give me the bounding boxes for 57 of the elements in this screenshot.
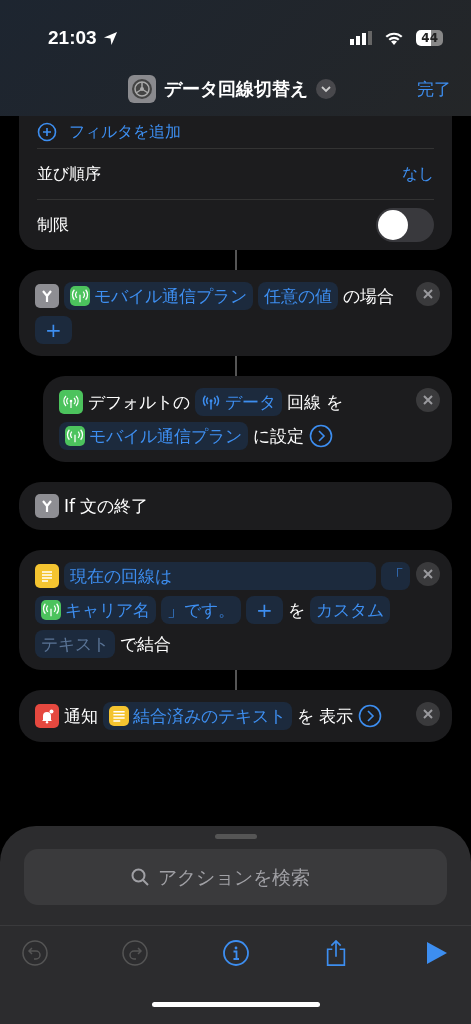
variable-token[interactable]: キャリア名 — [35, 596, 156, 624]
branch-icon — [35, 494, 59, 518]
expand-chevron-icon[interactable] — [358, 704, 382, 728]
antenna-icon — [65, 426, 85, 446]
action-text: を — [326, 391, 343, 414]
branch-icon — [35, 284, 59, 308]
action-text: デフォルトの — [88, 391, 190, 414]
close-icon[interactable] — [416, 702, 440, 726]
close-icon[interactable] — [416, 282, 440, 306]
variable-token[interactable]: 結合済みのテキスト — [103, 702, 292, 730]
toggle-switch[interactable] — [376, 208, 434, 242]
variable-token[interactable]: 」です。 — [161, 596, 241, 624]
setting-label: 制限 — [37, 214, 69, 236]
antenna-icon — [41, 600, 61, 620]
add-variable-button[interactable]: + — [35, 316, 72, 344]
variable-token[interactable]: モバイル通信プラン — [64, 282, 253, 310]
action-text: で結合 — [120, 633, 171, 656]
add-filter-link[interactable]: フィルタを追加 — [69, 121, 181, 143]
antenna-icon — [59, 390, 83, 414]
add-variable-button[interactable]: + — [246, 596, 283, 624]
action-text: If 文の終了 — [64, 495, 149, 518]
variable-token[interactable]: データ — [195, 388, 282, 416]
info-icon[interactable] — [222, 940, 249, 966]
text-lines-icon — [35, 564, 59, 588]
action-text: の場合 — [343, 285, 394, 308]
shortcut-title[interactable]: データ回線切替え — [164, 77, 308, 101]
placeholder-token[interactable]: テキスト — [35, 630, 115, 658]
text-lines-icon — [109, 706, 129, 726]
action-text: 表示 — [319, 705, 353, 728]
search-field[interactable]: アクションを検索 — [24, 849, 447, 905]
done-button[interactable]: 完了 — [417, 77, 451, 101]
gear-app-icon — [128, 75, 156, 103]
action-text: 通知 — [64, 705, 98, 728]
variable-token[interactable]: 「 — [381, 562, 410, 590]
battery-level: 44 — [416, 30, 443, 46]
action-text: を — [287, 599, 305, 622]
signal-icon — [350, 31, 373, 45]
bell-icon — [35, 704, 59, 728]
variable-token[interactable]: カスタム — [309, 596, 390, 624]
close-icon[interactable] — [416, 388, 440, 412]
action-text: を — [297, 705, 314, 728]
antenna-icon — [70, 286, 90, 306]
search-icon — [130, 867, 150, 887]
close-icon[interactable] — [416, 562, 440, 586]
setting-label: 並び順序 — [37, 163, 101, 185]
chevron-down-icon[interactable] — [316, 79, 336, 99]
location-arrow-icon — [102, 30, 118, 46]
expand-chevron-icon[interactable] — [309, 424, 333, 448]
variable-token[interactable]: 任意の値 — [258, 282, 338, 310]
text-field[interactable]: 現在の回線は — [64, 562, 376, 590]
setting-value[interactable]: なし — [402, 163, 434, 185]
action-text: に設定 — [253, 425, 304, 448]
plus-circle-icon[interactable] — [37, 122, 57, 142]
action-text: 回線 — [287, 391, 321, 414]
clock-time: 21:03 — [48, 27, 97, 49]
wifi-icon — [384, 31, 405, 45]
variable-token[interactable]: モバイル通信プラン — [59, 422, 248, 450]
